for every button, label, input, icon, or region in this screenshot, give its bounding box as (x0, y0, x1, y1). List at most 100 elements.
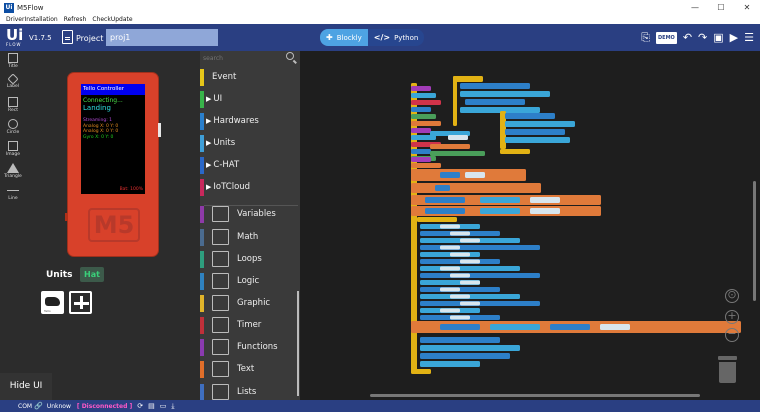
code-block[interactable] (420, 273, 540, 278)
code-block[interactable] (420, 361, 480, 367)
code-block[interactable] (430, 144, 470, 149)
code-block[interactable] (505, 121, 575, 127)
code-block[interactable] (505, 137, 570, 143)
category-ui[interactable]: ▶ UI (200, 88, 298, 110)
code-block[interactable] (440, 172, 460, 178)
menu-driver-installation[interactable]: DriverInstallation (6, 15, 58, 24)
tool-triangle[interactable]: Triangle (0, 161, 26, 183)
blockly-workspace[interactable]: ⊙ + − (300, 51, 760, 400)
code-block[interactable] (411, 163, 441, 168)
code-block[interactable] (460, 91, 550, 97)
zoom-in-icon[interactable]: + (725, 310, 739, 324)
code-block[interactable] (435, 185, 450, 191)
code-block[interactable] (600, 324, 630, 330)
category-logic[interactable]: Logic (200, 270, 298, 292)
save-icon[interactable]: ▤ (148, 402, 155, 410)
hide-ui-button[interactable]: Hide UI (0, 373, 52, 400)
category-timer[interactable]: Timer (200, 314, 298, 336)
code-block[interactable] (440, 324, 480, 330)
category-search-input[interactable] (203, 52, 283, 64)
code-block[interactable] (450, 252, 470, 257)
code-block[interactable] (453, 76, 457, 126)
demo-icon[interactable]: DEMO (656, 31, 677, 44)
tool-title[interactable]: Title (0, 51, 26, 73)
code-block[interactable] (465, 99, 525, 105)
code-block[interactable] (411, 369, 431, 374)
category-text[interactable]: Text (200, 358, 298, 380)
code-block[interactable] (411, 217, 417, 367)
code-block[interactable] (425, 197, 465, 203)
category-iotcloud[interactable]: ▶ IoTCloud (200, 176, 298, 198)
code-block[interactable] (453, 76, 483, 82)
code-blocks[interactable] (300, 51, 760, 400)
trash-icon[interactable] (718, 356, 737, 383)
code-block[interactable] (425, 208, 465, 214)
category-loops[interactable]: Loops (200, 248, 298, 270)
code-block[interactable] (480, 197, 520, 203)
code-block[interactable] (440, 266, 460, 271)
code-block[interactable] (420, 353, 510, 359)
tool-label-item[interactable]: Label (0, 73, 26, 95)
code-block[interactable] (530, 208, 560, 214)
open-folder-icon[interactable]: ▭ (160, 402, 167, 410)
code-block[interactable] (411, 107, 431, 112)
code-block[interactable] (411, 157, 431, 162)
code-block[interactable] (440, 224, 460, 229)
hat-button[interactable]: Hat (80, 267, 104, 282)
menu-refresh[interactable]: Refresh (64, 15, 87, 24)
code-block[interactable] (460, 280, 480, 285)
tool-line[interactable]: Line (0, 183, 26, 205)
code-block[interactable] (440, 308, 460, 313)
code-block[interactable] (411, 183, 541, 193)
category-units[interactable]: ▶ Units (200, 132, 298, 154)
code-block[interactable] (420, 245, 540, 250)
redo-icon[interactable]: ↷ (698, 30, 707, 45)
add-unit-button[interactable] (69, 291, 92, 314)
code-block[interactable] (440, 245, 460, 250)
menu-check-update[interactable]: CheckUpdate (92, 15, 132, 24)
code-block[interactable] (460, 301, 480, 306)
code-block[interactable] (420, 345, 520, 351)
workspace-scrollbar-vertical[interactable] (753, 181, 756, 301)
refresh-icon[interactable]: ⟳ (137, 402, 143, 410)
com-port-value[interactable]: Unknow (47, 403, 71, 410)
category-functions[interactable]: Functions (200, 336, 298, 358)
code-block[interactable] (440, 287, 460, 292)
code-block[interactable] (505, 113, 555, 119)
unit-tello-card[interactable]: Tello (41, 291, 64, 314)
code-block[interactable] (420, 266, 520, 271)
tool-circle[interactable]: Circle (0, 117, 26, 139)
zoom-out-icon[interactable]: − (725, 328, 739, 342)
category-hardwares[interactable]: ▶ Hardwares (200, 110, 298, 132)
code-block[interactable] (411, 100, 441, 105)
category-graphic[interactable]: Graphic (200, 292, 298, 314)
close-button[interactable]: ✕ (734, 0, 760, 15)
code-block[interactable] (448, 135, 468, 140)
category-c-hat[interactable]: ▶ C-HAT (200, 154, 298, 176)
download-icon[interactable]: ▣ (713, 30, 723, 45)
search-icon[interactable] (286, 52, 294, 60)
code-block[interactable] (411, 128, 431, 133)
menu-icon[interactable]: ☰ (744, 30, 754, 45)
new-file-icon[interactable]: ⎘ (641, 30, 650, 45)
tool-rect[interactable]: Rect (0, 95, 26, 117)
code-block[interactable] (417, 217, 457, 222)
project-name-input[interactable] (106, 29, 218, 46)
code-block[interactable] (465, 172, 485, 178)
code-block[interactable] (530, 197, 560, 203)
code-block[interactable] (490, 324, 540, 330)
code-block[interactable] (460, 107, 540, 113)
code-block[interactable] (480, 208, 520, 214)
undo-icon[interactable]: ↶ (683, 30, 692, 45)
code-block[interactable] (550, 324, 590, 330)
code-block[interactable] (460, 238, 480, 243)
run-icon[interactable]: ▶ (730, 30, 738, 45)
code-block[interactable] (450, 315, 470, 320)
maximize-button[interactable]: ☐ (708, 0, 734, 15)
code-block[interactable] (411, 93, 436, 98)
code-block[interactable] (411, 114, 436, 119)
code-block[interactable] (411, 149, 431, 154)
category-variables[interactable]: Variables (200, 203, 298, 225)
download-icon[interactable]: ⤓ (171, 402, 174, 411)
code-block[interactable] (411, 86, 431, 91)
